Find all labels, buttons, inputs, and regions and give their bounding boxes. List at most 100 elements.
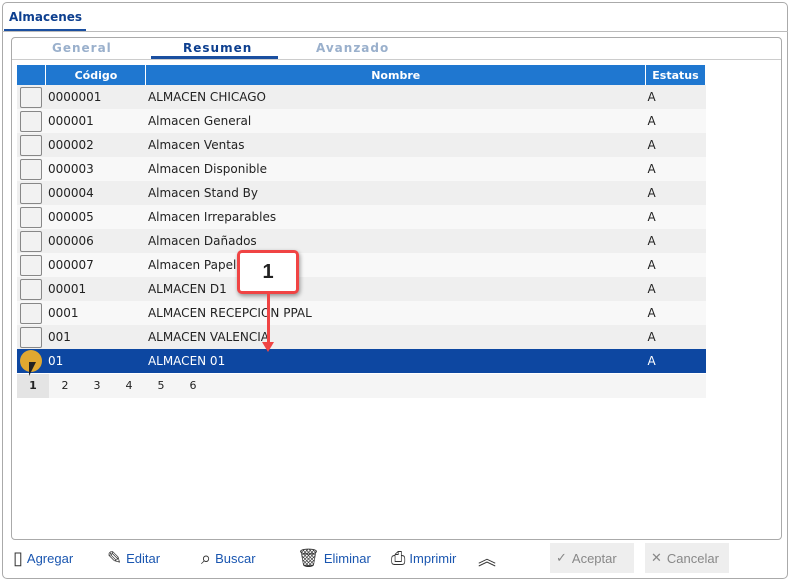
column-header-codigo[interactable]: Código [45,65,147,85]
table-row[interactable]: 0001 ALMACEN RECEPCION PPAL A [17,301,706,325]
cell-estatus: A [645,253,706,277]
page-link[interactable]: 6 [177,374,209,398]
close-icon: ✕ [651,550,662,565]
tab-general[interactable]: General [52,41,112,55]
row-select-cell[interactable] [17,133,46,157]
row-select-cell[interactable] [17,181,46,205]
cell-estatus: A [645,229,706,253]
row-selector[interactable] [20,302,42,324]
cell-estatus: A [645,109,706,133]
row-select-cell[interactable] [17,85,46,109]
tab-almacenes[interactable]: Almacenes [9,10,82,24]
cell-codigo: 00001 [45,277,146,301]
print-label: Imprimir [409,550,457,566]
cell-codigo: 0000001 [45,85,146,109]
cell-estatus: A [645,205,706,229]
cell-codigo: 000003 [45,157,146,181]
add-button[interactable]: ▯ Agregar [13,545,73,571]
row-select-cell[interactable] [17,157,46,181]
column-header-estatus[interactable]: Estatus [645,65,707,85]
double-chevron-up-icon: ︽ [478,549,496,569]
add-document-icon: ▯ [13,547,23,568]
cancel-button[interactable]: ✕ Cancelar [645,543,729,573]
cell-estatus: A [645,181,706,205]
table-row[interactable]: 000001 Almacen General A [17,109,706,133]
row-select-cell[interactable] [17,325,46,349]
row-selector[interactable] [20,86,42,108]
cell-codigo: 001 [45,325,146,349]
cell-nombre: Almacen Ventas [145,133,646,157]
pagination: 123456 [17,374,706,398]
row-select-cell[interactable] [17,277,46,301]
cell-estatus: A [645,85,706,109]
cell-codigo: 0001 [45,301,146,325]
annotation-arrow [267,294,270,344]
cell-codigo: 000007 [45,253,146,277]
cell-nombre: ALMACEN CHICAGO [145,85,646,109]
tab-resumen[interactable]: Resumen [183,41,252,55]
cell-codigo: 000006 [45,229,146,253]
row-select-cell[interactable] [17,253,46,277]
row-selector[interactable] [20,158,42,180]
row-select-cell[interactable] [17,205,46,229]
divider [12,59,781,60]
accept-button[interactable]: ✓ Aceptar [550,543,634,573]
column-header-nombre[interactable]: Nombre [145,65,646,85]
row-select-cell[interactable] [17,229,46,253]
row-selector[interactable] [20,278,42,300]
cell-estatus: A [645,325,706,349]
page-link[interactable]: 3 [81,374,113,398]
add-label: Agregar [26,550,74,566]
row-selector[interactable] [20,110,42,132]
accept-label: Aceptar [571,550,617,566]
check-icon: ✓ [556,550,567,565]
table-row[interactable]: 000002 Almacen Ventas A [17,133,706,157]
divider [2,31,788,32]
edit-icon: ✎ [107,547,123,568]
delete-button[interactable]: 🗑 Eliminar [297,545,371,571]
table-row[interactable]: 00001 ALMACEN D1 A [17,277,706,301]
table-row[interactable]: 001 ALMACEN VALENCIA A [17,325,706,349]
row-selector[interactable] [20,326,42,348]
cell-nombre: Almacen Dañados [145,229,646,253]
mouse-cursor-icon [29,362,36,376]
cell-estatus: A [645,349,706,373]
select-column-header [17,65,47,85]
table-row[interactable]: 000003 Almacen Disponible A [17,157,706,181]
edit-button[interactable]: ✎ Editar [107,545,160,571]
collapse-button[interactable]: ︽ [478,545,496,571]
row-selector[interactable] [20,182,42,204]
table-row[interactable]: 000007 Almacen Papeleria A [17,253,706,277]
row-selector[interactable] [20,206,42,228]
cell-nombre: Almacen Irreparables [145,205,646,229]
row-select-cell[interactable] [17,301,46,325]
table-row[interactable]: 000004 Almacen Stand By A [17,181,706,205]
page-link[interactable]: 2 [49,374,81,398]
cancel-label: Cancelar [666,550,719,566]
delete-label: Eliminar [323,550,371,566]
print-button[interactable]: ⎙ Imprimir [391,545,456,571]
search-button[interactable]: ⌕ Buscar [201,545,256,571]
cell-nombre: Almacen General [145,109,646,133]
table-row[interactable]: 000006 Almacen Dañados A [17,229,706,253]
row-selector[interactable] [20,254,42,276]
page-link[interactable]: 4 [113,374,145,398]
table-row[interactable]: 0000001 ALMACEN CHICAGO A [17,85,706,109]
cell-nombre: ALMACEN RECEPCION PPAL [145,301,646,325]
cell-nombre: ALMACEN 01 [145,349,646,373]
tab-avanzado[interactable]: Avanzado [316,41,389,55]
printer-icon: ⎙ [391,547,406,568]
cell-estatus: A [645,157,706,181]
cell-estatus: A [645,301,706,325]
cell-codigo: 000002 [45,133,146,157]
row-selector[interactable] [20,230,42,252]
table-row[interactable]: 01 ALMACEN 01 A [17,349,706,373]
row-selector[interactable] [20,134,42,156]
edit-label: Editar [126,550,161,566]
row-select-cell[interactable] [17,109,46,133]
table-row[interactable]: 000005 Almacen Irreparables A [17,205,706,229]
page-link[interactable]: 1 [17,374,49,398]
cell-codigo: 000001 [45,109,146,133]
cell-codigo: 000004 [45,181,146,205]
page-link[interactable]: 5 [145,374,177,398]
